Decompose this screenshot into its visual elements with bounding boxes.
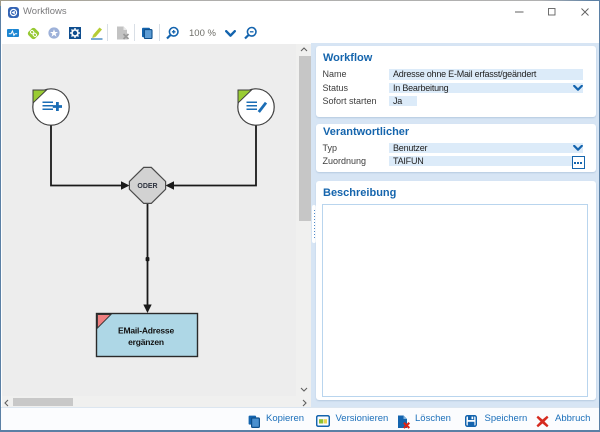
svg-text:ergänzen: ergänzen: [128, 337, 164, 347]
svg-text:ODER: ODER: [137, 183, 157, 190]
svg-text:EMail-Adresse: EMail-Adresse: [118, 326, 174, 336]
